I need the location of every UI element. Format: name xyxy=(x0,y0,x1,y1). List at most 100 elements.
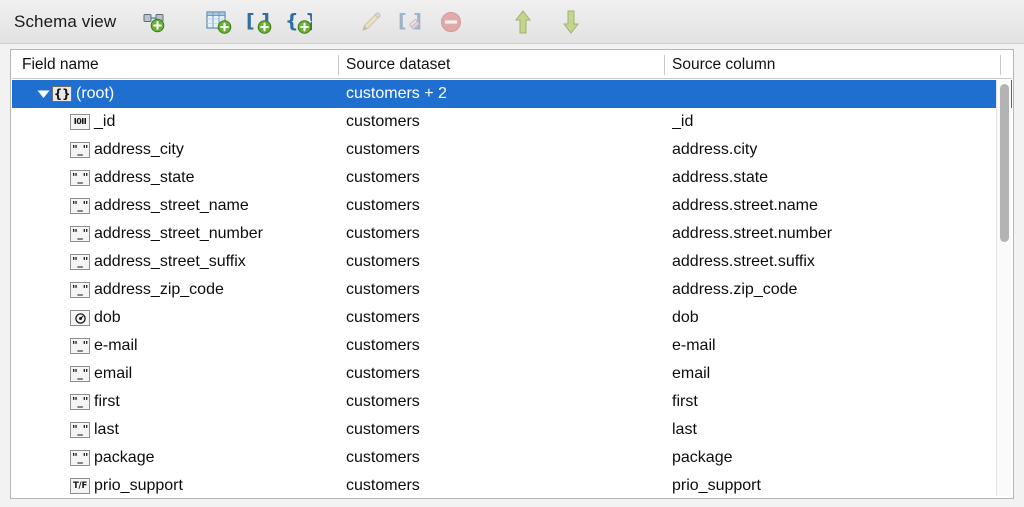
table-row[interactable]: "_"address_street_numbercustomersaddress… xyxy=(12,220,1012,248)
cell-source-column: address.street.number xyxy=(672,220,1002,248)
type-string-icon: "_" xyxy=(70,422,90,438)
cell-source-dataset: customers xyxy=(346,136,672,164)
type-string-icon: "_" xyxy=(70,142,90,158)
cell-source-dataset: customers xyxy=(346,472,672,497)
move-up-icon[interactable] xyxy=(508,7,538,37)
column-header-source-dataset[interactable]: Source dataset xyxy=(338,51,664,79)
type-string-icon: "_" xyxy=(70,254,90,270)
table-row[interactable]: "_"packagecustomerspackage xyxy=(12,444,1012,472)
panel-bottom-edge xyxy=(0,499,1024,507)
remove-icon[interactable] xyxy=(436,7,466,37)
cell-field-name: "_"last xyxy=(22,416,352,444)
table-row[interactable]: "_"address_street_suffixcustomersaddress… xyxy=(12,248,1012,276)
cell-source-dataset: customers xyxy=(346,304,672,332)
cell-source-column: dob xyxy=(672,304,1002,332)
svg-text:[ ]: [ ] xyxy=(398,10,422,32)
cell-field-name: {}(root) xyxy=(22,80,352,108)
field-name-label: (root) xyxy=(76,85,114,103)
cell-source-column: e-mail xyxy=(672,332,1002,360)
cell-source-column: first xyxy=(672,388,1002,416)
schema-table-body: {}(root)customers + 2I0II_idcustomers_id… xyxy=(12,80,1012,497)
vertical-scrollbar-thumb[interactable] xyxy=(1000,84,1009,242)
table-row[interactable]: "_"lastcustomers last xyxy=(12,416,1012,444)
cell-source-dataset: customers xyxy=(346,220,672,248)
field-name-label: _id xyxy=(94,113,115,131)
table-row[interactable]: "_"firstcustomersfirst xyxy=(12,388,1012,416)
field-name-label: address_street_suffix xyxy=(94,253,246,271)
field-name-label: address_zip_code xyxy=(94,281,224,299)
type-string-icon: "_" xyxy=(70,226,90,242)
field-name-label: prio_support xyxy=(94,477,183,495)
table-row[interactable]: T/Fprio_supportcustomers prio_support xyxy=(12,472,1012,497)
cell-field-name: "_"package xyxy=(22,444,352,472)
cell-field-name: "_"e-mail xyxy=(22,332,352,360)
field-name-label: last xyxy=(94,421,119,439)
cell-source-dataset: customers xyxy=(346,360,672,388)
cell-source-column: email xyxy=(672,360,1002,388)
field-name-label: address_street_number xyxy=(94,225,263,243)
add-object-icon[interactable]: { } xyxy=(284,7,314,37)
type-object-icon: {} xyxy=(52,86,72,102)
table-row[interactable]: "_"emailcustomersemail xyxy=(12,360,1012,388)
field-name-label: dob xyxy=(94,309,121,327)
cell-source-dataset: customers xyxy=(346,164,672,192)
add-connection-icon[interactable] xyxy=(140,7,170,37)
table-row[interactable]: "_"address_zip_codecustomersaddress.zip_… xyxy=(12,276,1012,304)
cell-source-dataset: customers xyxy=(346,332,672,360)
schema-table: Field name Source dataset Source column … xyxy=(10,49,1014,499)
cell-source-column: _id xyxy=(672,108,1002,136)
cell-source-dataset: customers xyxy=(346,444,672,472)
vertical-scrollbar[interactable] xyxy=(996,80,1011,496)
expander-triangle-icon[interactable] xyxy=(34,80,52,108)
type-string-icon: "_" xyxy=(70,394,90,410)
cell-source-dataset: customers xyxy=(346,276,672,304)
cell-field-name: "_"address_street_number xyxy=(22,220,352,248)
cell-source-column: address.state xyxy=(672,164,1002,192)
cell-field-name: T/Fprio_support xyxy=(22,472,352,497)
cell-source-dataset: customers xyxy=(346,416,672,444)
add-table-column-icon[interactable] xyxy=(204,7,234,37)
type-date-icon xyxy=(70,310,90,326)
column-header-field-name[interactable]: Field name xyxy=(14,51,338,79)
cell-source-dataset: customers xyxy=(346,192,672,220)
field-name-label: address_city xyxy=(94,141,184,159)
cell-field-name: I0II_id xyxy=(22,108,352,136)
cell-source-dataset: customers xyxy=(346,388,672,416)
table-header-row: Field name Source dataset Source column xyxy=(12,51,1012,79)
type-string-icon: "_" xyxy=(70,338,90,354)
cell-source-column: package xyxy=(672,444,1002,472)
cell-field-name: "_"email xyxy=(22,360,352,388)
clear-array-icon[interactable]: [ ] xyxy=(396,7,426,37)
cell-source-column: address.city xyxy=(672,136,1002,164)
type-boolean-icon: T/F xyxy=(70,478,90,494)
column-header-spacer xyxy=(1000,51,1012,79)
table-row[interactable]: I0II_idcustomers_id xyxy=(12,108,1012,136)
table-row[interactable]: dobcustomersdob xyxy=(12,304,1012,332)
add-array-icon[interactable]: [ ] xyxy=(244,7,274,37)
panel-title: Schema view xyxy=(14,12,116,32)
type-string-icon: "_" xyxy=(70,198,90,214)
column-header-source-column[interactable]: Source column xyxy=(664,51,1000,79)
edit-pencil-icon[interactable] xyxy=(356,7,386,37)
cell-source-dataset: customers xyxy=(346,108,672,136)
cell-source-column xyxy=(672,80,1002,108)
cell-source-dataset: customers xyxy=(346,248,672,276)
cell-field-name: dob xyxy=(22,304,352,332)
table-row[interactable]: {}(root)customers + 2 xyxy=(12,80,1012,108)
cell-field-name: "_"address_street_name xyxy=(22,192,352,220)
cell-source-column: address.street.name xyxy=(672,192,1002,220)
table-row[interactable]: "_"address_street_namecustomersaddress.s… xyxy=(12,192,1012,220)
move-down-icon[interactable] xyxy=(556,7,586,37)
table-row[interactable]: "_"address_state customersaddress.state xyxy=(12,164,1012,192)
type-string-icon: "_" xyxy=(70,170,90,186)
field-name-label: package xyxy=(94,449,155,467)
field-name-label: address_state xyxy=(94,169,195,187)
type-number-icon: I0II xyxy=(70,114,90,130)
type-string-icon: "_" xyxy=(70,366,90,382)
cell-field-name: "_"first xyxy=(22,388,352,416)
cell-field-name: "_"address_zip_code xyxy=(22,276,352,304)
table-row[interactable]: "_"e-mailcustomerse-mail xyxy=(12,332,1012,360)
schema-toolbar: Schema view xyxy=(0,0,1024,44)
type-string-icon: "_" xyxy=(70,282,90,298)
table-row[interactable]: "_"address_city customersaddress.city xyxy=(12,136,1012,164)
